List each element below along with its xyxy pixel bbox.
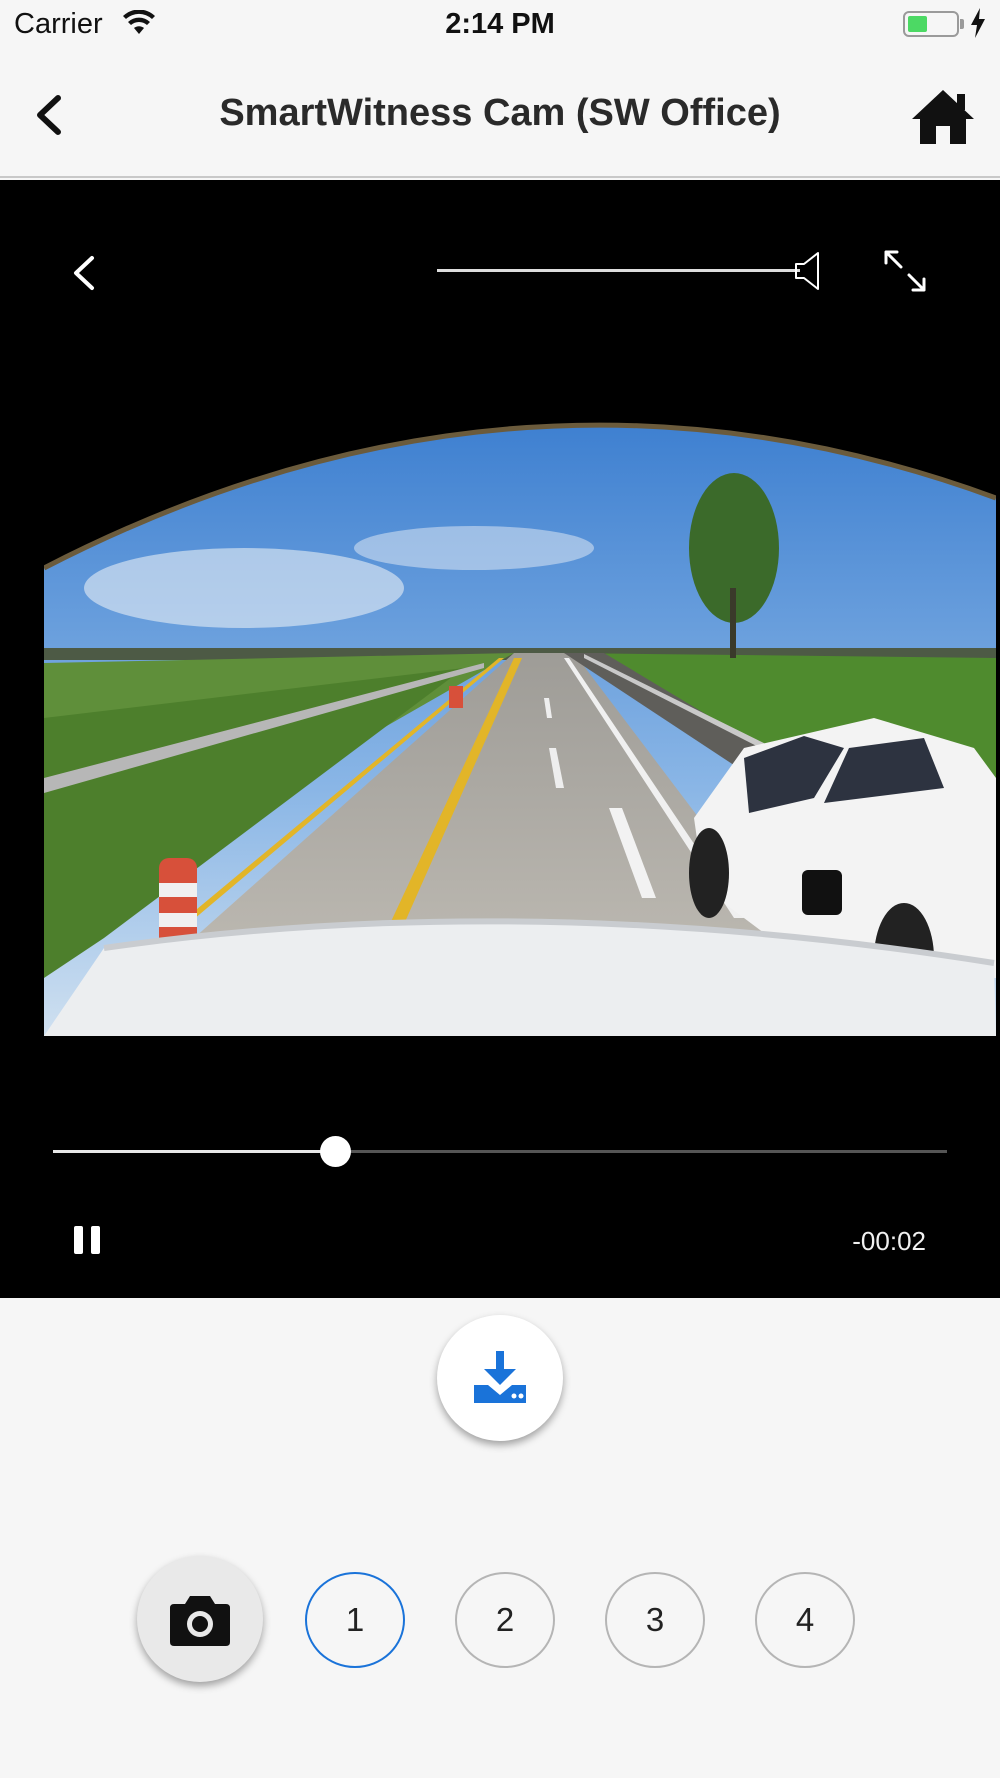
snapshot-button[interactable] — [137, 1556, 263, 1682]
download-button[interactable] — [437, 1315, 563, 1441]
time-remaining: -00:02 — [852, 1226, 926, 1256]
battery-nub — [960, 19, 964, 29]
pause-button[interactable] — [72, 1224, 104, 1256]
speaker-icon[interactable] — [794, 250, 824, 297]
home-button[interactable] — [910, 86, 976, 148]
playback-progress-fill — [53, 1150, 335, 1153]
charging-bolt-icon — [970, 8, 986, 43]
channel-3-button[interactable]: 3 — [605, 1572, 705, 1668]
volume-slider[interactable] — [437, 269, 800, 272]
status-bar: Carrier 2:14 PM — [0, 0, 1000, 50]
playback-progress-slider[interactable] — [53, 1136, 947, 1167]
camera-icon — [170, 1596, 230, 1646]
home-icon — [912, 90, 974, 144]
channel-4-button[interactable]: 4 — [755, 1572, 855, 1668]
fullscreen-icon[interactable] — [882, 248, 928, 299]
player-back-button[interactable] — [66, 248, 102, 298]
page-title: SmartWitness Cam (SW Office) — [219, 92, 781, 134]
video-player: -00:02 — [0, 180, 1000, 1298]
channel-1-button[interactable]: 1 — [305, 1572, 405, 1668]
playback-progress-thumb[interactable] — [319, 1136, 351, 1167]
status-time: 2:14 PM — [445, 8, 555, 40]
battery-level — [908, 16, 927, 32]
battery-icon — [903, 11, 959, 37]
video-frame — [44, 422, 996, 1036]
download-icon — [474, 1351, 526, 1403]
navigation-bar: SmartWitness Cam (SW Office) — [0, 50, 1000, 178]
channel-2-button[interactable]: 2 — [455, 1572, 555, 1668]
chevron-left-icon — [74, 256, 94, 290]
pause-icon — [74, 1226, 100, 1254]
